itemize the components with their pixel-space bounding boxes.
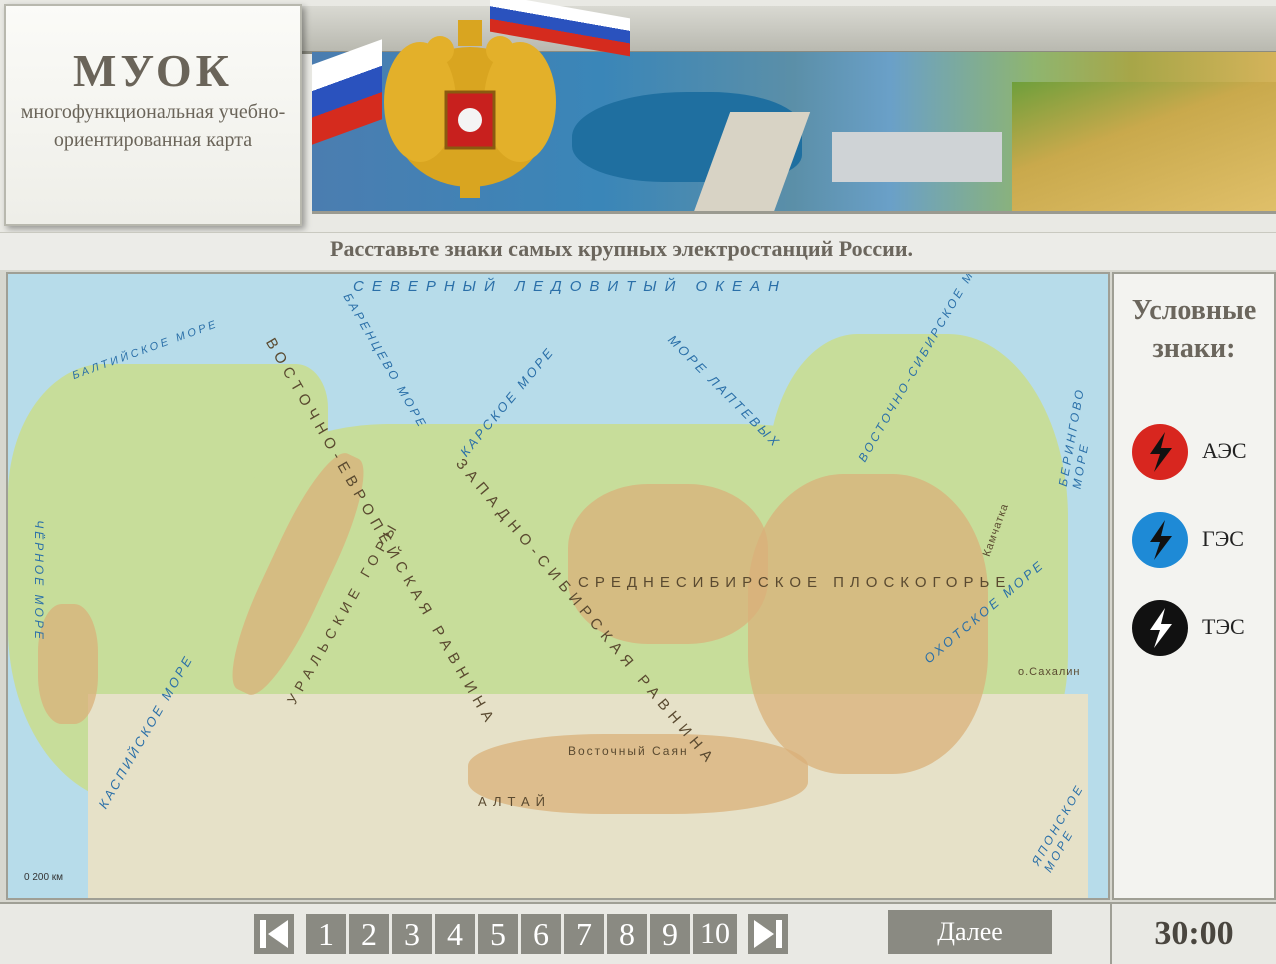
- page-button-3[interactable]: 3: [392, 914, 432, 954]
- app-subtitle: многофункциональная учебно-ориентированн…: [20, 101, 286, 151]
- thermal-plant-lightning-icon[interactable]: [1132, 600, 1188, 656]
- legend-title: Условные знаки:: [1131, 295, 1257, 364]
- map-label-barents-sea: БАРЕНЦЕВО МОРЕ: [340, 290, 430, 432]
- app-title: МУОК: [72, 45, 234, 96]
- legend-panel: Условные знаки: АЭС ГЭС ТЭС: [1112, 272, 1276, 900]
- map-east-mountains: [748, 474, 988, 774]
- nuclear-plant-lightning-icon[interactable]: [1132, 424, 1188, 480]
- page-button-9[interactable]: 9: [650, 914, 690, 954]
- legend-item-thermal[interactable]: ТЭС: [1132, 600, 1272, 656]
- page-button-8[interactable]: 8: [607, 914, 647, 954]
- legend-label-nuclear: АЭС: [1202, 438, 1247, 463]
- map-label-black-sea: ЧЁРНОЕ МОРЕ: [31, 520, 46, 642]
- page-button-6[interactable]: 6: [521, 914, 561, 954]
- map-label-altai: АЛТАЙ: [478, 794, 552, 809]
- page-button-4[interactable]: 4: [435, 914, 475, 954]
- page-button-1[interactable]: 1: [306, 914, 346, 954]
- map-label-central-siberian-plateau: СРЕДНЕСИБИРСКОЕ ПЛОСКОГОРЬЕ: [578, 574, 1012, 591]
- task-instruction: Расставьте знаки самых крупных электрост…: [330, 236, 914, 261]
- map-label-sayan: Восточный Саян: [568, 744, 689, 758]
- logo-card: МУОК многофункциональная учебно-ориентир…: [4, 4, 302, 226]
- page-button-2[interactable]: 2: [349, 914, 389, 954]
- legend-label-hydro: ГЭС: [1202, 526, 1244, 551]
- map-scale-bar: 0 200 км: [24, 872, 64, 883]
- map-label-bering-sea: БЕРИНГОВО МОРЕ: [1055, 386, 1092, 490]
- countdown-timer: 30:00: [1154, 915, 1234, 952]
- hydro-plant-lightning-icon[interactable]: [1132, 512, 1188, 568]
- next-button[interactable]: Далее: [888, 910, 1052, 954]
- first-page-icon[interactable]: [254, 914, 294, 954]
- page-button-7[interactable]: 7: [564, 914, 604, 954]
- legend-item-nuclear[interactable]: АЭС: [1132, 424, 1272, 480]
- page-button-10[interactable]: 10: [693, 914, 737, 954]
- coat-of-arms-icon: [384, 20, 556, 198]
- map-label-sakhalin: о.Сахалин: [1018, 666, 1081, 678]
- map-label-arctic-ocean: СЕВЕРНЫЙ ЛЕДОВИТЫЙ ОКЕАН: [353, 278, 787, 295]
- banner-power-plant: [832, 132, 1002, 182]
- last-page-icon[interactable]: [748, 914, 788, 954]
- legend-label-thermal: ТЭС: [1202, 614, 1245, 639]
- map-caucasus: [38, 604, 98, 724]
- page-button-5[interactable]: 5: [478, 914, 518, 954]
- banner-field: [1012, 82, 1276, 211]
- legend-item-hydro[interactable]: ГЭС: [1132, 512, 1272, 568]
- russia-physical-map[interactable]: СЕВЕРНЫЙ ЛЕДОВИТЫЙ ОКЕАН КАРСКОЕ МОРЕ МО…: [6, 272, 1110, 900]
